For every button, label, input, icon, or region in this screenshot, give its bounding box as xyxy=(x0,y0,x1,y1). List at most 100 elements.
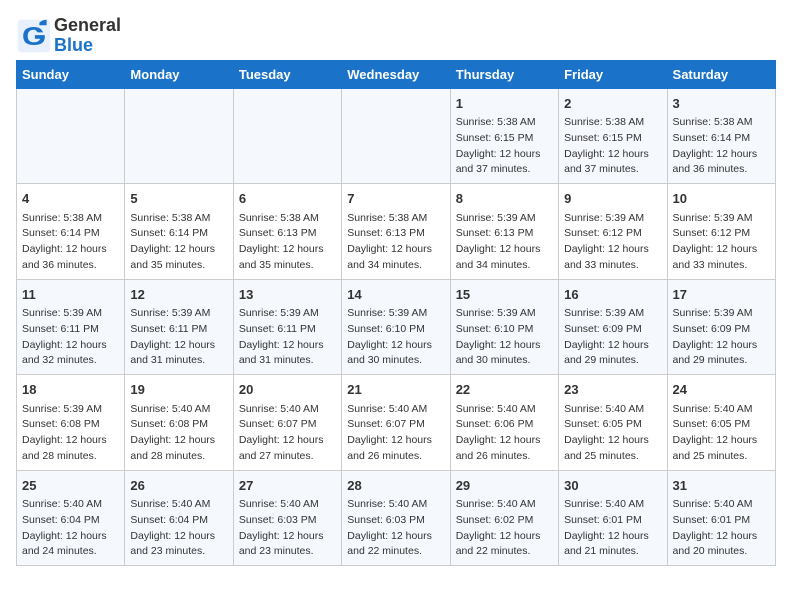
calendar-cell: 11Sunrise: 5:39 AM Sunset: 6:11 PM Dayli… xyxy=(17,279,125,375)
calendar-cell: 30Sunrise: 5:40 AM Sunset: 6:01 PM Dayli… xyxy=(559,470,667,566)
column-header-sunday: Sunday xyxy=(17,60,125,88)
calendar-cell: 10Sunrise: 5:39 AM Sunset: 6:12 PM Dayli… xyxy=(667,184,775,280)
day-number: 15 xyxy=(456,285,553,305)
calendar-table: SundayMondayTuesdayWednesdayThursdayFrid… xyxy=(16,60,776,567)
calendar-week-4: 18Sunrise: 5:39 AM Sunset: 6:08 PM Dayli… xyxy=(17,375,776,471)
day-number: 19 xyxy=(130,380,227,400)
calendar-cell: 2Sunrise: 5:38 AM Sunset: 6:15 PM Daylig… xyxy=(559,88,667,184)
calendar-week-2: 4Sunrise: 5:38 AM Sunset: 6:14 PM Daylig… xyxy=(17,184,776,280)
calendar-cell: 25Sunrise: 5:40 AM Sunset: 6:04 PM Dayli… xyxy=(17,470,125,566)
page-header: GeneralBlue xyxy=(16,16,776,56)
day-info: Sunrise: 5:40 AM Sunset: 6:03 PM Dayligh… xyxy=(239,497,336,560)
day-info: Sunrise: 5:40 AM Sunset: 6:06 PM Dayligh… xyxy=(456,402,553,465)
day-number: 30 xyxy=(564,476,661,496)
day-info: Sunrise: 5:39 AM Sunset: 6:11 PM Dayligh… xyxy=(239,306,336,369)
calendar-cell: 12Sunrise: 5:39 AM Sunset: 6:11 PM Dayli… xyxy=(125,279,233,375)
day-info: Sunrise: 5:38 AM Sunset: 6:14 PM Dayligh… xyxy=(130,211,227,274)
calendar-cell: 9Sunrise: 5:39 AM Sunset: 6:12 PM Daylig… xyxy=(559,184,667,280)
day-number: 26 xyxy=(130,476,227,496)
day-info: Sunrise: 5:38 AM Sunset: 6:15 PM Dayligh… xyxy=(456,115,553,178)
day-info: Sunrise: 5:38 AM Sunset: 6:15 PM Dayligh… xyxy=(564,115,661,178)
calendar-cell: 29Sunrise: 5:40 AM Sunset: 6:02 PM Dayli… xyxy=(450,470,558,566)
day-number: 6 xyxy=(239,189,336,209)
calendar-cell: 27Sunrise: 5:40 AM Sunset: 6:03 PM Dayli… xyxy=(233,470,341,566)
day-info: Sunrise: 5:40 AM Sunset: 6:01 PM Dayligh… xyxy=(564,497,661,560)
day-number: 20 xyxy=(239,380,336,400)
day-info: Sunrise: 5:40 AM Sunset: 6:05 PM Dayligh… xyxy=(564,402,661,465)
day-number: 3 xyxy=(673,94,770,114)
day-number: 17 xyxy=(673,285,770,305)
day-number: 4 xyxy=(22,189,119,209)
day-info: Sunrise: 5:40 AM Sunset: 6:02 PM Dayligh… xyxy=(456,497,553,560)
calendar-cell: 4Sunrise: 5:38 AM Sunset: 6:14 PM Daylig… xyxy=(17,184,125,280)
day-info: Sunrise: 5:40 AM Sunset: 6:07 PM Dayligh… xyxy=(347,402,444,465)
day-info: Sunrise: 5:40 AM Sunset: 6:07 PM Dayligh… xyxy=(239,402,336,465)
day-number: 11 xyxy=(22,285,119,305)
calendar-cell: 23Sunrise: 5:40 AM Sunset: 6:05 PM Dayli… xyxy=(559,375,667,471)
day-info: Sunrise: 5:39 AM Sunset: 6:12 PM Dayligh… xyxy=(673,211,770,274)
calendar-cell xyxy=(233,88,341,184)
day-info: Sunrise: 5:40 AM Sunset: 6:03 PM Dayligh… xyxy=(347,497,444,560)
calendar-cell: 24Sunrise: 5:40 AM Sunset: 6:05 PM Dayli… xyxy=(667,375,775,471)
day-info: Sunrise: 5:39 AM Sunset: 6:11 PM Dayligh… xyxy=(22,306,119,369)
day-info: Sunrise: 5:40 AM Sunset: 6:01 PM Dayligh… xyxy=(673,497,770,560)
logo-area: GeneralBlue xyxy=(16,16,121,56)
day-number: 22 xyxy=(456,380,553,400)
day-info: Sunrise: 5:39 AM Sunset: 6:10 PM Dayligh… xyxy=(347,306,444,369)
column-header-saturday: Saturday xyxy=(667,60,775,88)
calendar-week-3: 11Sunrise: 5:39 AM Sunset: 6:11 PM Dayli… xyxy=(17,279,776,375)
logo-text: GeneralBlue xyxy=(54,16,121,56)
calendar-cell: 26Sunrise: 5:40 AM Sunset: 6:04 PM Dayli… xyxy=(125,470,233,566)
day-info: Sunrise: 5:39 AM Sunset: 6:09 PM Dayligh… xyxy=(673,306,770,369)
calendar-cell: 20Sunrise: 5:40 AM Sunset: 6:07 PM Dayli… xyxy=(233,375,341,471)
day-info: Sunrise: 5:39 AM Sunset: 6:09 PM Dayligh… xyxy=(564,306,661,369)
day-number: 23 xyxy=(564,380,661,400)
day-number: 2 xyxy=(564,94,661,114)
calendar-week-1: 1Sunrise: 5:38 AM Sunset: 6:15 PM Daylig… xyxy=(17,88,776,184)
day-info: Sunrise: 5:39 AM Sunset: 6:12 PM Dayligh… xyxy=(564,211,661,274)
day-info: Sunrise: 5:38 AM Sunset: 6:14 PM Dayligh… xyxy=(22,211,119,274)
calendar-cell: 14Sunrise: 5:39 AM Sunset: 6:10 PM Dayli… xyxy=(342,279,450,375)
calendar-cell: 19Sunrise: 5:40 AM Sunset: 6:08 PM Dayli… xyxy=(125,375,233,471)
calendar-cell: 1Sunrise: 5:38 AM Sunset: 6:15 PM Daylig… xyxy=(450,88,558,184)
calendar-cell xyxy=(125,88,233,184)
calendar-body: 1Sunrise: 5:38 AM Sunset: 6:15 PM Daylig… xyxy=(17,88,776,566)
day-number: 8 xyxy=(456,189,553,209)
calendar-cell xyxy=(17,88,125,184)
day-info: Sunrise: 5:40 AM Sunset: 6:04 PM Dayligh… xyxy=(22,497,119,560)
calendar-week-5: 25Sunrise: 5:40 AM Sunset: 6:04 PM Dayli… xyxy=(17,470,776,566)
day-number: 24 xyxy=(673,380,770,400)
general-blue-logo-icon xyxy=(16,18,52,54)
calendar-cell: 21Sunrise: 5:40 AM Sunset: 6:07 PM Dayli… xyxy=(342,375,450,471)
day-info: Sunrise: 5:38 AM Sunset: 6:13 PM Dayligh… xyxy=(239,211,336,274)
day-info: Sunrise: 5:39 AM Sunset: 6:10 PM Dayligh… xyxy=(456,306,553,369)
day-number: 27 xyxy=(239,476,336,496)
day-info: Sunrise: 5:39 AM Sunset: 6:08 PM Dayligh… xyxy=(22,402,119,465)
column-header-thursday: Thursday xyxy=(450,60,558,88)
calendar-cell: 8Sunrise: 5:39 AM Sunset: 6:13 PM Daylig… xyxy=(450,184,558,280)
column-header-wednesday: Wednesday xyxy=(342,60,450,88)
calendar-cell: 17Sunrise: 5:39 AM Sunset: 6:09 PM Dayli… xyxy=(667,279,775,375)
calendar-cell: 13Sunrise: 5:39 AM Sunset: 6:11 PM Dayli… xyxy=(233,279,341,375)
day-number: 21 xyxy=(347,380,444,400)
calendar-cell: 28Sunrise: 5:40 AM Sunset: 6:03 PM Dayli… xyxy=(342,470,450,566)
day-number: 18 xyxy=(22,380,119,400)
calendar-cell: 16Sunrise: 5:39 AM Sunset: 6:09 PM Dayli… xyxy=(559,279,667,375)
calendar-cell: 3Sunrise: 5:38 AM Sunset: 6:14 PM Daylig… xyxy=(667,88,775,184)
day-info: Sunrise: 5:40 AM Sunset: 6:08 PM Dayligh… xyxy=(130,402,227,465)
day-number: 28 xyxy=(347,476,444,496)
day-info: Sunrise: 5:40 AM Sunset: 6:04 PM Dayligh… xyxy=(130,497,227,560)
day-number: 14 xyxy=(347,285,444,305)
calendar-cell: 18Sunrise: 5:39 AM Sunset: 6:08 PM Dayli… xyxy=(17,375,125,471)
calendar-cell: 15Sunrise: 5:39 AM Sunset: 6:10 PM Dayli… xyxy=(450,279,558,375)
calendar-cell: 7Sunrise: 5:38 AM Sunset: 6:13 PM Daylig… xyxy=(342,184,450,280)
column-header-monday: Monday xyxy=(125,60,233,88)
day-number: 29 xyxy=(456,476,553,496)
calendar-cell: 22Sunrise: 5:40 AM Sunset: 6:06 PM Dayli… xyxy=(450,375,558,471)
day-number: 31 xyxy=(673,476,770,496)
calendar-cell xyxy=(342,88,450,184)
day-number: 10 xyxy=(673,189,770,209)
calendar-header-row: SundayMondayTuesdayWednesdayThursdayFrid… xyxy=(17,60,776,88)
calendar-cell: 5Sunrise: 5:38 AM Sunset: 6:14 PM Daylig… xyxy=(125,184,233,280)
day-number: 13 xyxy=(239,285,336,305)
